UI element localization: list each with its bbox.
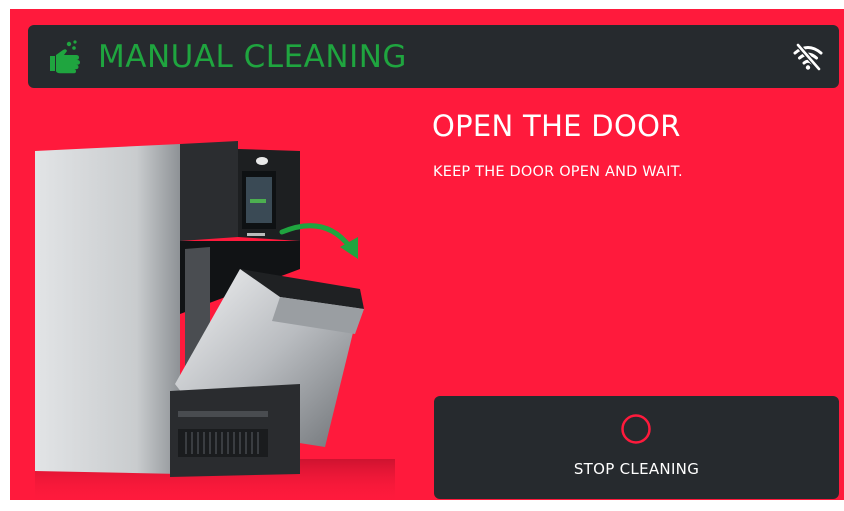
stop-cleaning-button[interactable]: STOP CLEANING: [434, 396, 839, 499]
stop-cleaning-label: STOP CLEANING: [573, 460, 700, 478]
page-title: MANUAL CLEANING: [98, 39, 407, 75]
header-bar: MANUAL CLEANING: [28, 25, 839, 88]
oven-open-door-icon: [35, 141, 395, 500]
instruction-headline: OPEN THE DOOR: [432, 109, 681, 143]
instruction-detail: KEEP THE DOOR OPEN AND WAIT.: [433, 164, 683, 180]
ring-icon: [621, 414, 651, 444]
wifi-off-icon: [793, 43, 823, 71]
hand-washing-icon: [50, 40, 80, 74]
cleaning-screen: MANUAL CLEANING OPEN THE DOOR KEEP THE D…: [10, 9, 844, 500]
